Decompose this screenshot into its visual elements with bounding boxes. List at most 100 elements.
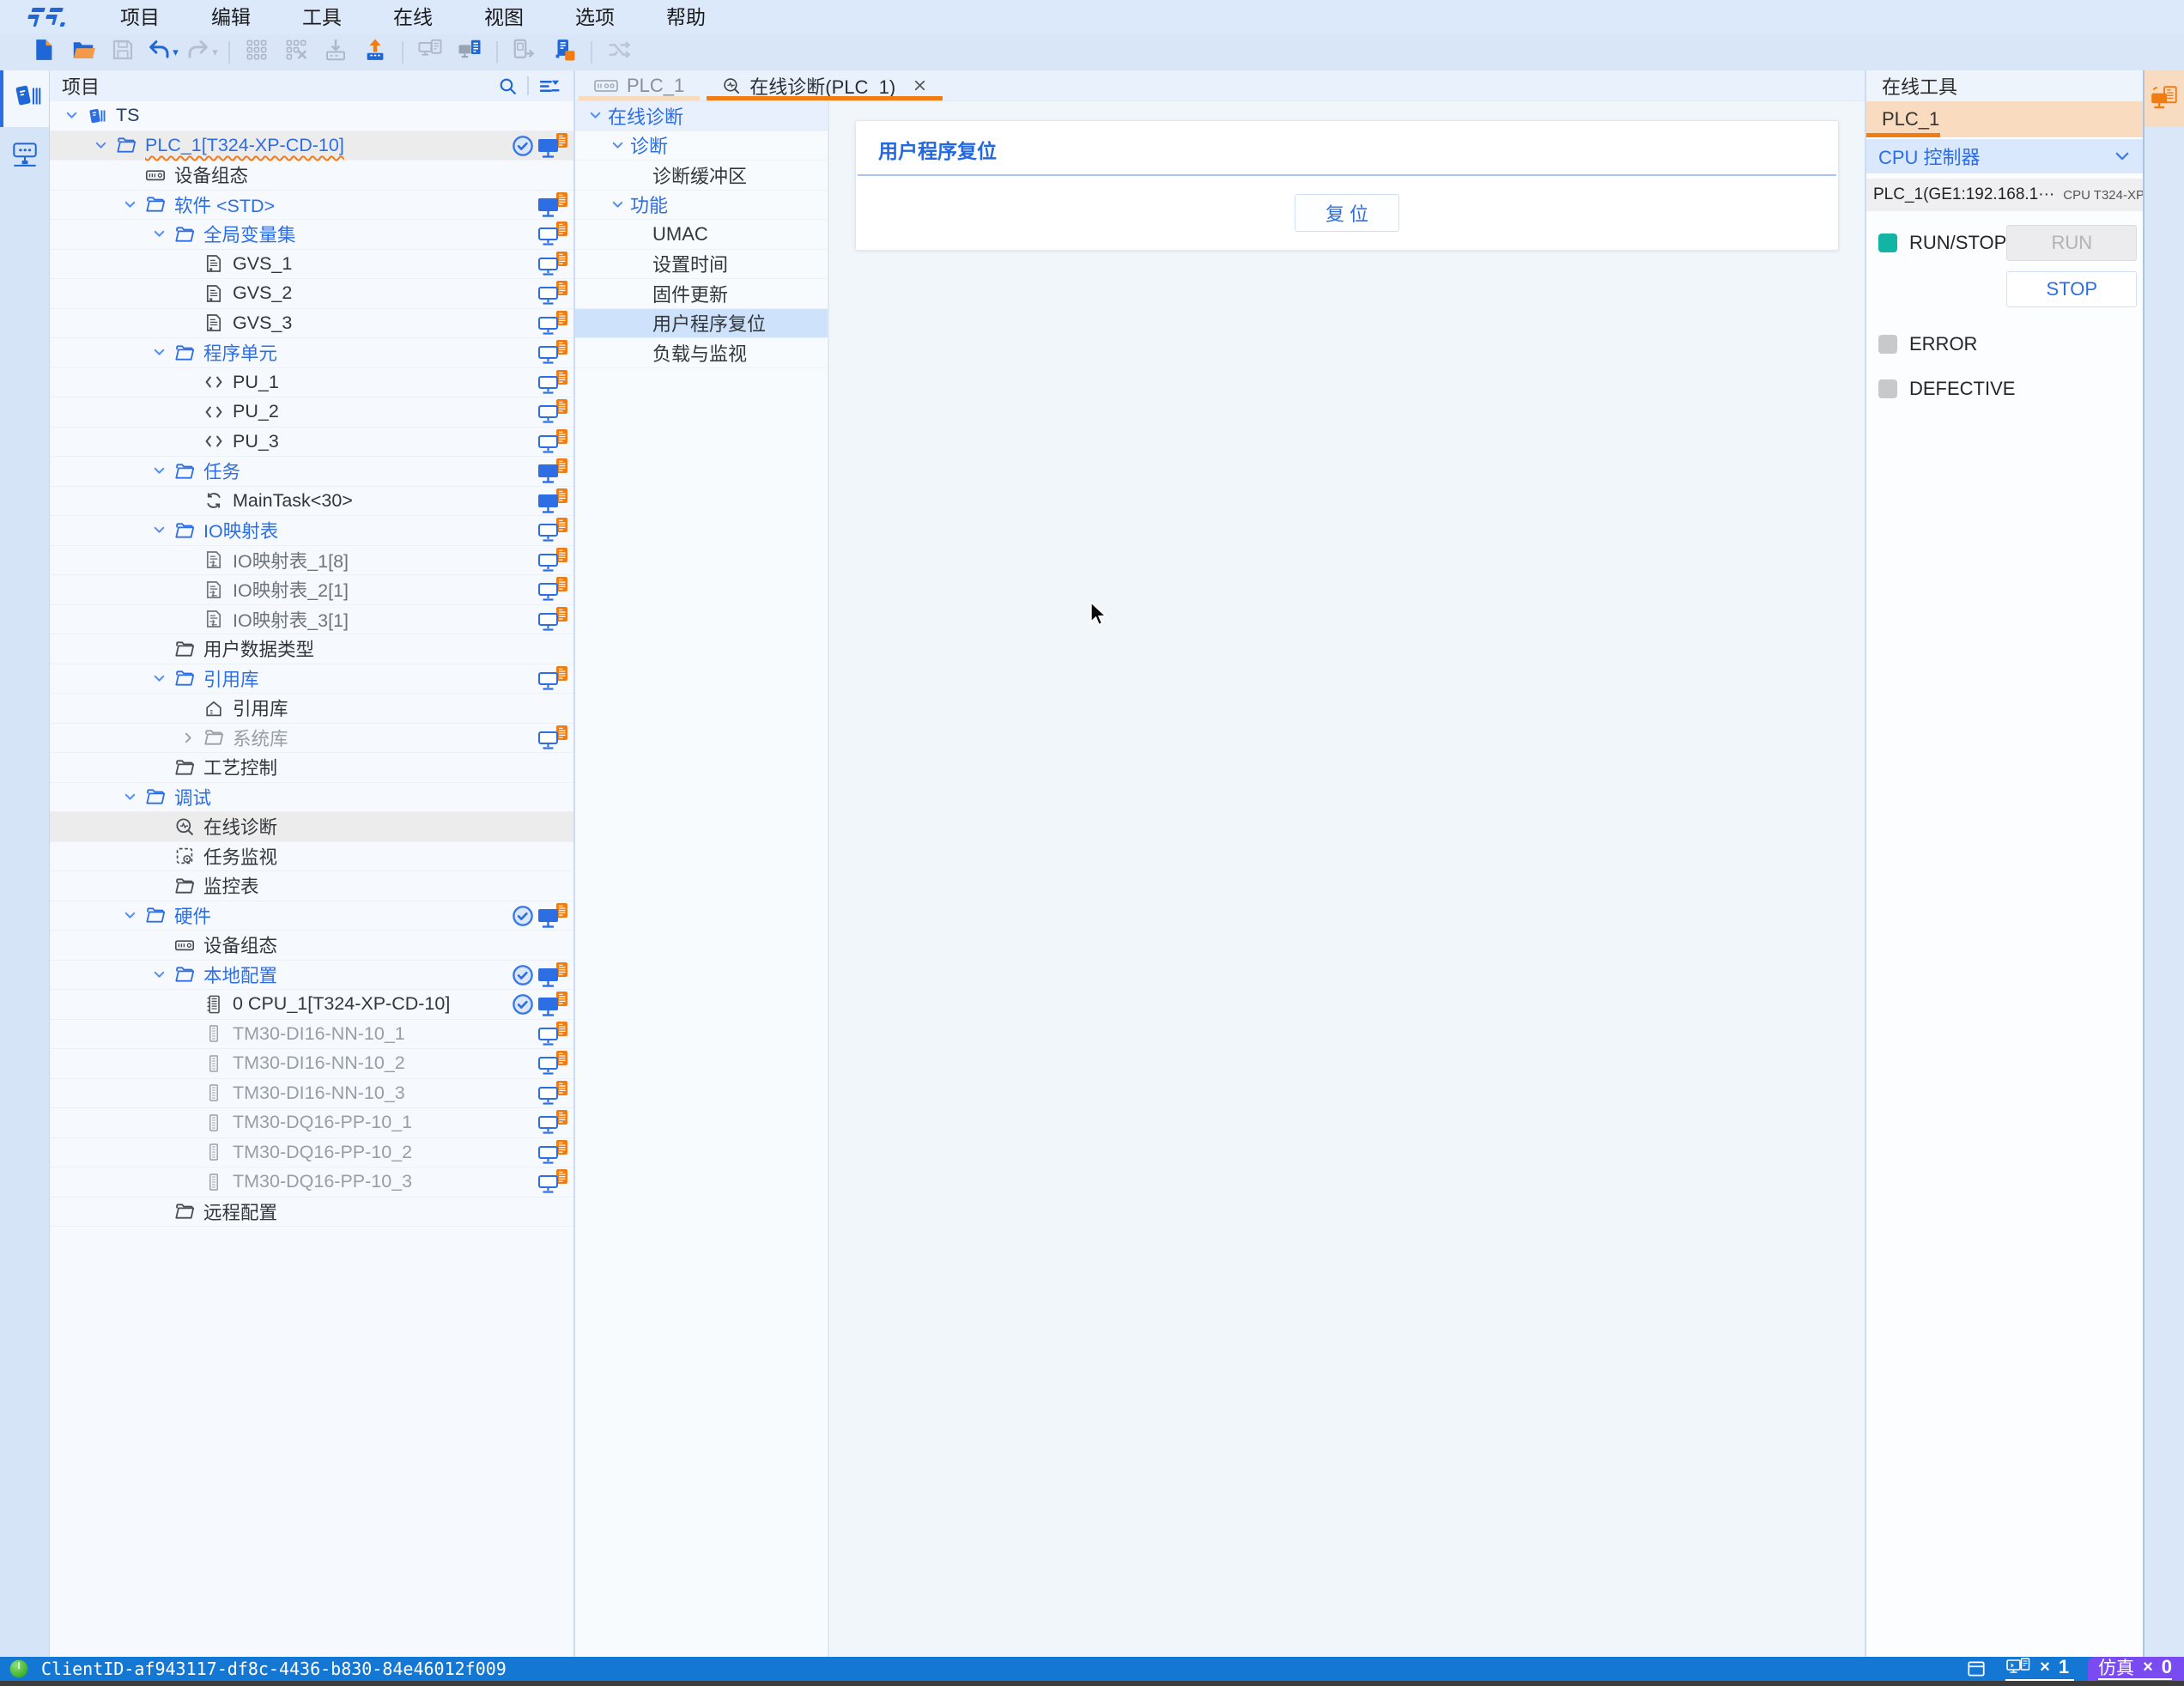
tree-item-label: 程序单元 [203, 339, 277, 366]
dropdown-caret-icon[interactable]: ▾ [212, 45, 218, 59]
menu-item[interactable]: 帮助 [640, 0, 731, 34]
tree-item[interactable]: 引用库 [50, 694, 573, 724]
menu-item[interactable]: 在线 [367, 0, 458, 34]
io-module-icon [201, 1023, 227, 1044]
tree-item[interactable]: 监控表 [50, 871, 573, 901]
tree-item[interactable]: 系统库 [50, 724, 573, 754]
tree-item[interactable]: TS [50, 101, 573, 131]
tree-item[interactable]: 设备组态 [50, 161, 573, 191]
online-tools-strip-button[interactable] [2145, 70, 2184, 127]
nav-item[interactable]: UMAC [575, 220, 828, 250]
menu-item[interactable]: 项目 [94, 0, 185, 34]
compile-all-icon [283, 37, 309, 68]
new-project-button[interactable] [24, 36, 64, 69]
logout-device-button[interactable] [505, 36, 544, 69]
tab-plc1[interactable]: PLC_1 [575, 70, 703, 100]
tree-item[interactable]: GVS_2 [50, 279, 573, 309]
device-row[interactable]: PLC_1(GE1:192.168.1··· CPU T324-XP-··· [1866, 179, 2143, 211]
tree-item[interactable]: TM30-DQ16-PP-10_1 [50, 1108, 573, 1138]
window-layout-icon[interactable] [1966, 1659, 1987, 1679]
tree-item[interactable]: 在线诊断 [50, 812, 573, 842]
tree-item[interactable]: TM30-DQ16-PP-10_2 [50, 1138, 573, 1168]
tree-item[interactable]: 设备组态 [50, 931, 573, 961]
tree-item[interactable]: 硬件 [50, 901, 573, 931]
nav-item[interactable]: 固件更新 [575, 279, 828, 309]
upload-button[interactable] [355, 36, 395, 69]
tree-item[interactable]: 任务 [50, 457, 573, 487]
menu-item[interactable]: 选项 [549, 0, 640, 34]
menu-item[interactable]: 工具 [276, 0, 367, 34]
tree-item[interactable]: TM30-DQ16-PP-10_3 [50, 1167, 573, 1198]
tree-item[interactable]: 引用库 [50, 664, 573, 694]
tree-item[interactable]: PU_1 [50, 368, 573, 398]
sort-filter-icon[interactable] [536, 73, 561, 99]
folder-icon [172, 964, 197, 985]
open-project-button[interactable] [64, 36, 103, 69]
tree-item-label: IO映射表_2[1] [233, 576, 349, 603]
code-icon [201, 372, 227, 392]
tree-item[interactable]: TM30-DI16-NN-10_2 [50, 1049, 573, 1079]
tree-item[interactable]: 0 CPU_1[T324-XP-CD-10] [50, 990, 573, 1020]
monitor-pair-button[interactable] [410, 36, 450, 69]
tree-item[interactable]: 任务监视 [50, 842, 573, 872]
reset-button[interactable]: 复位 [1295, 194, 1399, 232]
compile-button[interactable] [237, 36, 276, 69]
nav-item[interactable]: 诊断 [575, 131, 828, 161]
nav-item[interactable]: 设置时间 [575, 250, 828, 280]
save-button[interactable] [103, 36, 143, 69]
tree-item[interactable]: 用户数据类型 [50, 634, 573, 664]
tree-item[interactable]: 调试 [50, 783, 573, 813]
tree-item[interactable]: 程序单元 [50, 338, 573, 368]
monitor-outline-io-icon [537, 1109, 568, 1137]
tree-item[interactable]: PU_2 [50, 397, 573, 428]
simulation-counter[interactable]: 仿真 × 0 [2088, 1657, 2184, 1681]
nav-item[interactable]: 诊断缓冲区 [575, 161, 828, 191]
device-sync-button[interactable] [544, 36, 584, 69]
run-button[interactable]: RUN [2006, 225, 2137, 261]
dropdown-caret-icon[interactable]: ▾ [173, 45, 179, 59]
nav-item[interactable]: 负载与监视 [575, 338, 828, 368]
tree-item[interactable]: GVS_1 [50, 250, 573, 280]
tree-item-status-icons [537, 1049, 568, 1079]
undo-button[interactable]: ▾ [143, 36, 182, 69]
close-icon[interactable] [913, 78, 927, 93]
tree-item-status-icons [537, 250, 568, 280]
stop-button[interactable]: STOP [2006, 271, 2137, 307]
monitor-filled-io-icon [537, 991, 568, 1018]
menu-item[interactable]: 视图 [458, 0, 549, 34]
nav-item[interactable]: 用户程序复位 [575, 309, 828, 339]
device-connection-counter[interactable]: × 1 [2005, 1657, 2074, 1681]
tree-item-status-icons [537, 1138, 568, 1168]
tree-item[interactable]: PU_3 [50, 428, 573, 458]
menu-item[interactable]: 编辑 [185, 0, 276, 34]
tree-item[interactable]: 工艺控制 [50, 753, 573, 783]
tree-item[interactable]: TM30-DI16-NN-10_1 [50, 1020, 573, 1050]
monitor-filled-io-icon [537, 488, 568, 515]
tree-item[interactable]: 全局变量集 [50, 220, 573, 250]
online-tools-tab-plc1[interactable]: PLC_1 [1866, 101, 2143, 137]
redo-button[interactable]: ▾ [182, 36, 221, 69]
tree-item[interactable]: GVS_3 [50, 309, 573, 339]
tree-item[interactable]: IO映射表 [50, 516, 573, 546]
tree-item[interactable]: IO映射表_2[1] [50, 575, 573, 605]
activity-item-network-view[interactable] [0, 127, 49, 184]
tree-item[interactable]: IO映射表_1[8] [50, 546, 573, 576]
tree-item[interactable]: 软件 <STD> [50, 191, 573, 221]
search-icon[interactable] [494, 73, 520, 99]
tree-item[interactable]: 远程配置 [50, 1198, 573, 1228]
activity-item-project-explorer[interactable] [0, 70, 49, 127]
nav-item[interactable]: 在线诊断 [575, 101, 828, 131]
cpu-controller-section-header[interactable]: CPU 控制器 [1866, 139, 2143, 173]
download-button[interactable] [316, 36, 355, 69]
compile-all-button[interactable] [276, 36, 316, 69]
tree-item[interactable]: IO映射表_3[1] [50, 605, 573, 635]
io-module-icon [201, 1083, 227, 1103]
tree-item[interactable]: 本地配置 [50, 961, 573, 991]
nav-item[interactable]: 功能 [575, 191, 828, 221]
tab-online-diagnosis[interactable]: 在线诊断(PLC_1) [703, 70, 946, 100]
tree-item[interactable]: PLC_1[T324-XP-CD-10] [50, 131, 573, 161]
tree-item[interactable]: MainTask<30> [50, 487, 573, 517]
login-button[interactable] [450, 36, 489, 69]
tree-item[interactable]: TM30-DI16-NN-10_3 [50, 1079, 573, 1109]
cross-reference-button[interactable] [599, 36, 639, 69]
